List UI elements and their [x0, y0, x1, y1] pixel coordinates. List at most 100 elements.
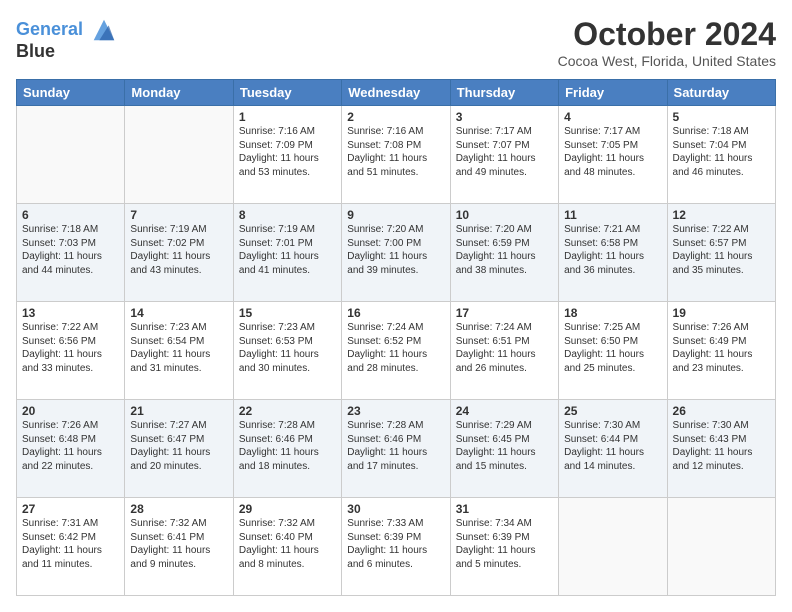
day-number: 8 — [239, 208, 336, 222]
calendar-table: SundayMondayTuesdayWednesdayThursdayFrid… — [16, 79, 776, 596]
calendar-cell: 17Sunrise: 7:24 AMSunset: 6:51 PMDayligh… — [450, 302, 558, 400]
day-number: 21 — [130, 404, 227, 418]
day-number: 11 — [564, 208, 661, 222]
calendar-cell: 26Sunrise: 7:30 AMSunset: 6:43 PMDayligh… — [667, 400, 775, 498]
day-info: Sunrise: 7:17 AMSunset: 7:07 PMDaylight:… — [456, 125, 553, 179]
day-info: Sunrise: 7:31 AMSunset: 6:42 PMDaylight:… — [22, 517, 119, 571]
weekday-header-row: SundayMondayTuesdayWednesdayThursdayFrid… — [17, 80, 776, 106]
calendar-cell: 14Sunrise: 7:23 AMSunset: 6:54 PMDayligh… — [125, 302, 233, 400]
day-number: 1 — [239, 110, 336, 124]
day-number: 4 — [564, 110, 661, 124]
header: General Blue October 2024 Cocoa West, Fl… — [16, 16, 776, 69]
day-info: Sunrise: 7:25 AMSunset: 6:50 PMDaylight:… — [564, 321, 661, 375]
day-number: 17 — [456, 306, 553, 320]
day-info: Sunrise: 7:22 AMSunset: 6:56 PMDaylight:… — [22, 321, 119, 375]
day-info: Sunrise: 7:28 AMSunset: 6:46 PMDaylight:… — [239, 419, 336, 473]
day-info: Sunrise: 7:27 AMSunset: 6:47 PMDaylight:… — [130, 419, 227, 473]
calendar-cell: 13Sunrise: 7:22 AMSunset: 6:56 PMDayligh… — [17, 302, 125, 400]
day-number: 13 — [22, 306, 119, 320]
day-info: Sunrise: 7:23 AMSunset: 6:53 PMDaylight:… — [239, 321, 336, 375]
calendar-cell: 10Sunrise: 7:20 AMSunset: 6:59 PMDayligh… — [450, 204, 558, 302]
logo: General Blue — [16, 16, 118, 62]
day-number: 15 — [239, 306, 336, 320]
weekday-header-wednesday: Wednesday — [342, 80, 450, 106]
day-info: Sunrise: 7:29 AMSunset: 6:45 PMDaylight:… — [456, 419, 553, 473]
calendar-cell — [125, 106, 233, 204]
calendar-cell: 8Sunrise: 7:19 AMSunset: 7:01 PMDaylight… — [233, 204, 341, 302]
calendar-cell: 12Sunrise: 7:22 AMSunset: 6:57 PMDayligh… — [667, 204, 775, 302]
day-info: Sunrise: 7:19 AMSunset: 7:01 PMDaylight:… — [239, 223, 336, 277]
day-info: Sunrise: 7:26 AMSunset: 6:48 PMDaylight:… — [22, 419, 119, 473]
day-info: Sunrise: 7:16 AMSunset: 7:09 PMDaylight:… — [239, 125, 336, 179]
week-row-4: 20Sunrise: 7:26 AMSunset: 6:48 PMDayligh… — [17, 400, 776, 498]
calendar-cell: 31Sunrise: 7:34 AMSunset: 6:39 PMDayligh… — [450, 498, 558, 596]
title-area: October 2024 Cocoa West, Florida, United… — [558, 16, 776, 69]
day-number: 12 — [673, 208, 770, 222]
calendar-cell: 2Sunrise: 7:16 AMSunset: 7:08 PMDaylight… — [342, 106, 450, 204]
calendar-cell: 27Sunrise: 7:31 AMSunset: 6:42 PMDayligh… — [17, 498, 125, 596]
calendar-cell: 9Sunrise: 7:20 AMSunset: 7:00 PMDaylight… — [342, 204, 450, 302]
calendar-cell: 1Sunrise: 7:16 AMSunset: 7:09 PMDaylight… — [233, 106, 341, 204]
day-info: Sunrise: 7:21 AMSunset: 6:58 PMDaylight:… — [564, 223, 661, 277]
day-number: 28 — [130, 502, 227, 516]
week-row-2: 6Sunrise: 7:18 AMSunset: 7:03 PMDaylight… — [17, 204, 776, 302]
day-info: Sunrise: 7:22 AMSunset: 6:57 PMDaylight:… — [673, 223, 770, 277]
calendar-cell: 22Sunrise: 7:28 AMSunset: 6:46 PMDayligh… — [233, 400, 341, 498]
calendar-cell: 30Sunrise: 7:33 AMSunset: 6:39 PMDayligh… — [342, 498, 450, 596]
day-number: 25 — [564, 404, 661, 418]
calendar-cell: 24Sunrise: 7:29 AMSunset: 6:45 PMDayligh… — [450, 400, 558, 498]
weekday-header-tuesday: Tuesday — [233, 80, 341, 106]
weekday-header-friday: Friday — [559, 80, 667, 106]
calendar-cell: 25Sunrise: 7:30 AMSunset: 6:44 PMDayligh… — [559, 400, 667, 498]
day-info: Sunrise: 7:32 AMSunset: 6:41 PMDaylight:… — [130, 517, 227, 571]
day-number: 18 — [564, 306, 661, 320]
calendar-cell: 6Sunrise: 7:18 AMSunset: 7:03 PMDaylight… — [17, 204, 125, 302]
day-number: 10 — [456, 208, 553, 222]
day-info: Sunrise: 7:24 AMSunset: 6:52 PMDaylight:… — [347, 321, 444, 375]
day-info: Sunrise: 7:19 AMSunset: 7:02 PMDaylight:… — [130, 223, 227, 277]
day-info: Sunrise: 7:24 AMSunset: 6:51 PMDaylight:… — [456, 321, 553, 375]
day-info: Sunrise: 7:28 AMSunset: 6:46 PMDaylight:… — [347, 419, 444, 473]
calendar-cell — [667, 498, 775, 596]
calendar-cell: 11Sunrise: 7:21 AMSunset: 6:58 PMDayligh… — [559, 204, 667, 302]
calendar-cell: 21Sunrise: 7:27 AMSunset: 6:47 PMDayligh… — [125, 400, 233, 498]
subtitle: Cocoa West, Florida, United States — [558, 53, 776, 69]
calendar-cell: 23Sunrise: 7:28 AMSunset: 6:46 PMDayligh… — [342, 400, 450, 498]
day-info: Sunrise: 7:16 AMSunset: 7:08 PMDaylight:… — [347, 125, 444, 179]
day-number: 26 — [673, 404, 770, 418]
day-number: 7 — [130, 208, 227, 222]
day-info: Sunrise: 7:20 AMSunset: 7:00 PMDaylight:… — [347, 223, 444, 277]
day-number: 19 — [673, 306, 770, 320]
calendar-cell: 29Sunrise: 7:32 AMSunset: 6:40 PMDayligh… — [233, 498, 341, 596]
weekday-header-monday: Monday — [125, 80, 233, 106]
weekday-header-sunday: Sunday — [17, 80, 125, 106]
calendar-cell: 5Sunrise: 7:18 AMSunset: 7:04 PMDaylight… — [667, 106, 775, 204]
day-number: 6 — [22, 208, 119, 222]
page: General Blue October 2024 Cocoa West, Fl… — [0, 0, 792, 612]
day-number: 16 — [347, 306, 444, 320]
calendar-cell: 4Sunrise: 7:17 AMSunset: 7:05 PMDaylight… — [559, 106, 667, 204]
day-info: Sunrise: 7:30 AMSunset: 6:43 PMDaylight:… — [673, 419, 770, 473]
day-info: Sunrise: 7:30 AMSunset: 6:44 PMDaylight:… — [564, 419, 661, 473]
calendar-cell — [559, 498, 667, 596]
day-number: 9 — [347, 208, 444, 222]
calendar-cell: 20Sunrise: 7:26 AMSunset: 6:48 PMDayligh… — [17, 400, 125, 498]
day-info: Sunrise: 7:34 AMSunset: 6:39 PMDaylight:… — [456, 517, 553, 571]
week-row-1: 1Sunrise: 7:16 AMSunset: 7:09 PMDaylight… — [17, 106, 776, 204]
calendar-cell: 19Sunrise: 7:26 AMSunset: 6:49 PMDayligh… — [667, 302, 775, 400]
weekday-header-saturday: Saturday — [667, 80, 775, 106]
logo-icon — [90, 16, 118, 44]
week-row-3: 13Sunrise: 7:22 AMSunset: 6:56 PMDayligh… — [17, 302, 776, 400]
day-number: 29 — [239, 502, 336, 516]
week-row-5: 27Sunrise: 7:31 AMSunset: 6:42 PMDayligh… — [17, 498, 776, 596]
day-info: Sunrise: 7:20 AMSunset: 6:59 PMDaylight:… — [456, 223, 553, 277]
calendar-cell — [17, 106, 125, 204]
calendar-cell: 18Sunrise: 7:25 AMSunset: 6:50 PMDayligh… — [559, 302, 667, 400]
day-info: Sunrise: 7:18 AMSunset: 7:03 PMDaylight:… — [22, 223, 119, 277]
day-number: 27 — [22, 502, 119, 516]
calendar-cell: 28Sunrise: 7:32 AMSunset: 6:41 PMDayligh… — [125, 498, 233, 596]
day-info: Sunrise: 7:33 AMSunset: 6:39 PMDaylight:… — [347, 517, 444, 571]
calendar-cell: 15Sunrise: 7:23 AMSunset: 6:53 PMDayligh… — [233, 302, 341, 400]
calendar-cell: 16Sunrise: 7:24 AMSunset: 6:52 PMDayligh… — [342, 302, 450, 400]
calendar-cell: 7Sunrise: 7:19 AMSunset: 7:02 PMDaylight… — [125, 204, 233, 302]
